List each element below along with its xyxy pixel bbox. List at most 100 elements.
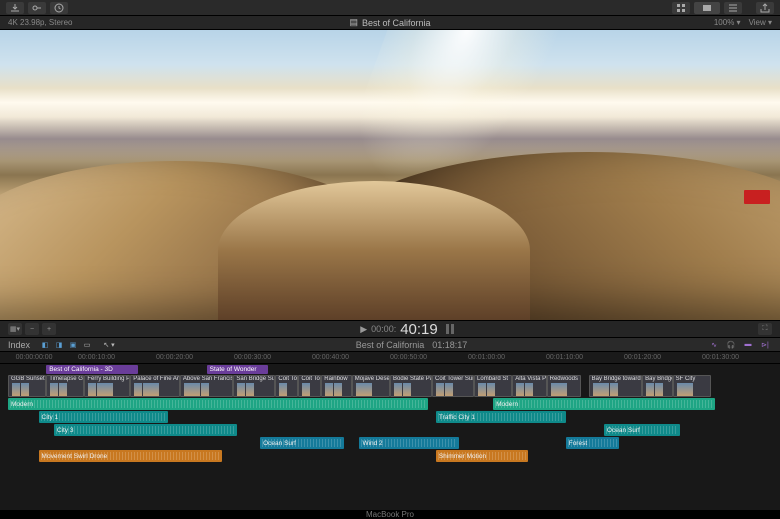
clip[interactable]: City 1 <box>39 411 169 423</box>
audio-skim-button[interactable]: 🎧 <box>724 340 738 350</box>
background-tasks-button[interactable] <box>50 2 68 14</box>
fullscreen-button[interactable]: ⛶ <box>758 323 772 335</box>
clip-label: Ferry Building Part 2 <box>87 376 130 382</box>
arrow-tool-menu[interactable]: ↖ ▾ <box>102 340 116 350</box>
ruler-tick: 00:00:50:00 <box>390 354 427 361</box>
clip-label: Bodie State Park <box>393 376 432 382</box>
viewer-canvas[interactable] <box>0 30 780 320</box>
clip[interactable]: Bay Bridge <box>642 375 673 397</box>
keyword-button[interactable] <box>28 2 46 14</box>
clapper-icon: ▤ <box>349 17 358 28</box>
ruler-tick: 00:01:10:00 <box>546 354 583 361</box>
viewer-controls: ▦▾ − + ▶ 00:00: 40:19 ⛶ <box>0 320 780 338</box>
clip-label: Bay Bridge toward SF <box>592 376 642 382</box>
snap-button[interactable]: ⊳| <box>758 340 772 350</box>
clip[interactable]: Coit Tower Sunset <box>432 375 474 397</box>
pause-button[interactable] <box>446 324 454 334</box>
import-button[interactable] <box>6 2 24 14</box>
clip[interactable]: Traffic City 1 <box>436 411 566 423</box>
clip[interactable]: Modern <box>8 398 428 410</box>
clip[interactable]: Forest <box>566 437 619 449</box>
ruler-tick: 00:00:20:00 <box>156 354 193 361</box>
project-name: Best of California <box>362 18 431 28</box>
timeline-tracks[interactable]: Best of California - 3D State of Wonder G… <box>0 364 780 510</box>
view-mode-grid-button[interactable] <box>672 2 690 14</box>
clip-label: Mojave Desert <box>355 376 390 382</box>
ruler-tick: 00:01:00:00 <box>468 354 505 361</box>
title-bar: 4K 23.98p, Stereo ▤ Best of California 1… <box>0 16 780 30</box>
clip-label: SF City <box>676 376 696 382</box>
clip[interactable]: Bodie State Park <box>390 375 432 397</box>
clip[interactable]: Ocean Surf <box>260 437 344 449</box>
format-label: 4K 23.98p, Stereo <box>8 18 263 27</box>
clip[interactable]: Lombard St <box>474 375 512 397</box>
range-tool[interactable]: ◨ <box>52 340 66 350</box>
skimming-button[interactable]: ∿ <box>707 340 721 350</box>
view-mode-filmstrip-button[interactable] <box>694 2 720 14</box>
clip[interactable]: Movement Swirl Drone <box>39 450 222 462</box>
ruler-tick: 00:01:20:00 <box>624 354 661 361</box>
timeline-duration: 01:18:17 <box>432 340 467 350</box>
clip[interactable]: Ocean Surf <box>604 424 680 436</box>
clip-label: Rainbow <box>324 376 347 382</box>
clip[interactable]: Coit To... <box>298 375 321 397</box>
timecode-main: 40:19 <box>400 321 438 338</box>
ruler-tick: 00:00:30:00 <box>234 354 271 361</box>
clip-label: Lombard St <box>477 376 508 382</box>
hardware-label: MacBook Pro <box>0 510 780 519</box>
clip-label: Above San Francisco <box>183 376 233 382</box>
clip[interactable]: City 3 <box>54 424 237 436</box>
clip[interactable]: Bay Bridge toward SF <box>589 375 642 397</box>
clip[interactable]: Best of California - 3D <box>46 365 138 374</box>
clip[interactable]: Alta Vista Park <box>512 375 546 397</box>
clip-label: Alta Vista Park <box>515 376 546 382</box>
clip-label: Redwoods <box>550 376 578 382</box>
zoom-in-button[interactable]: + <box>42 323 56 335</box>
clip-label: San Bridge Sunset <box>236 376 275 382</box>
clip[interactable]: State of Wonder <box>207 365 268 374</box>
blade-tool[interactable]: ▣ <box>66 340 80 350</box>
view-menu[interactable]: View ▾ <box>749 18 772 27</box>
clip[interactable]: GGB Sunset <box>8 375 46 397</box>
clip-label: Palace of Fine Arts <box>133 376 180 382</box>
top-toolbar <box>0 0 780 16</box>
clip-label: GGB Sunset <box>11 376 45 382</box>
clip[interactable]: Coit To... <box>275 375 298 397</box>
clip[interactable]: Ferry Building Part 2 <box>84 375 130 397</box>
clip[interactable]: Modern <box>493 398 715 410</box>
clip[interactable]: Rainbow <box>321 375 352 397</box>
timeline-ruler[interactable]: 00:00:00:00 00:00:10:00 00:00:20:00 00:00:3… <box>0 352 780 364</box>
zoom-level[interactable]: 100% ▾ <box>714 18 741 27</box>
clip[interactable]: San Bridge Sunset <box>233 375 275 397</box>
view-mode-list-button[interactable] <box>724 2 742 14</box>
clip-label: Coit To... <box>301 376 321 382</box>
clip[interactable]: Shimmer Motion <box>436 450 528 462</box>
trim-tool[interactable]: ◧ <box>38 340 52 350</box>
clip[interactable]: Above San Francisco <box>180 375 233 397</box>
timeline-project-name: Best of California <box>356 340 425 350</box>
share-button[interactable] <box>756 2 774 14</box>
ruler-tick: 00:00:00:00 <box>16 354 53 361</box>
clip[interactable]: SF City <box>673 375 711 397</box>
appearance-menu[interactable]: ▦▾ <box>8 323 22 335</box>
ruler-tick: 00:00:40:00 <box>312 354 349 361</box>
clip[interactable]: Mojave Desert <box>352 375 390 397</box>
ruler-tick: 00:01:30:00 <box>702 354 739 361</box>
index-bar: Index ◧ ◨ ▣ ▭ ↖ ▾ Best of California 01:… <box>0 338 780 352</box>
red-marker[interactable] <box>744 190 770 204</box>
index-button[interactable]: Index <box>8 340 30 350</box>
clip[interactable]: Redwoods <box>547 375 581 397</box>
ruler-tick: 00:00:10:00 <box>78 354 115 361</box>
zoom-out-button[interactable]: − <box>25 323 39 335</box>
clip[interactable]: Wind 2 <box>359 437 458 449</box>
clip-label: Bay Bridge <box>645 376 673 382</box>
clip[interactable]: Timelapse GGB <box>46 375 84 397</box>
timecode-prefix: 00:00: <box>371 324 396 334</box>
clip-label: Timelapse GGB <box>49 376 84 382</box>
clip[interactable]: Palace of Fine Arts <box>130 375 180 397</box>
select-tool[interactable]: ▭ <box>80 340 94 350</box>
play-button[interactable]: ▶ <box>360 324 367 335</box>
clip-label: Coit To... <box>278 376 298 382</box>
solo-button[interactable]: ▬ <box>741 340 755 350</box>
clip-label: Coit Tower Sunset <box>435 376 474 382</box>
